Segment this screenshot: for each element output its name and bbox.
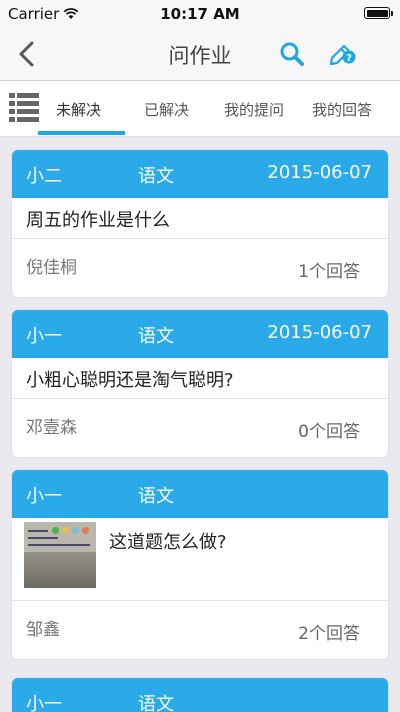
active-tab-indicator xyxy=(38,131,125,135)
card-footer: 邹鑫 2个回答 xyxy=(12,601,388,659)
answer-count: 0个回答 xyxy=(298,422,360,442)
answer-count: 2个回答 xyxy=(298,624,360,644)
student-name: 小一 xyxy=(26,694,62,712)
student-name: 小一 xyxy=(26,326,62,347)
subject-label: 语文 xyxy=(138,166,174,187)
question-card[interactable]: 小二 语文 2015-06-07 周五的作业是什么 倪佳桐 1个回答 xyxy=(12,150,388,297)
card-header: 小一 语文 xyxy=(12,470,388,518)
student-name: 小二 xyxy=(26,166,62,187)
pencil-question-icon: ? xyxy=(329,44,356,66)
question-text: 周五的作业是什么 xyxy=(26,210,170,231)
navigation-bar: 问作业 ? xyxy=(0,28,400,81)
question-text: 小粗心聪明还是淘气聪明? xyxy=(26,370,234,391)
tab-my-questions[interactable]: 我的提问 xyxy=(224,99,284,120)
asker-name: 邹鑫 xyxy=(26,620,60,640)
question-date: 2015-06-07 xyxy=(267,322,372,343)
tab-my-answers[interactable]: 我的回答 xyxy=(312,99,372,120)
subject-label: 语文 xyxy=(138,486,174,507)
search-button[interactable] xyxy=(278,40,306,68)
screen: Carrier 10:17 AM 问作业 ? 未解决 已解决 我的提问 我的回答… xyxy=(0,0,400,712)
student-name: 小一 xyxy=(26,486,62,507)
tab-unsolved[interactable]: 未解决 xyxy=(56,99,101,120)
question-photo[interactable] xyxy=(24,522,96,588)
svg-text:?: ? xyxy=(346,53,352,64)
question-text-row: 这道题怎么做? xyxy=(12,518,388,601)
question-text-row: 小粗心聪明还是淘气聪明? xyxy=(12,358,388,399)
list-menu-icon xyxy=(9,93,39,122)
question-text-row: 周五的作业是什么 xyxy=(12,198,388,239)
asker-name: 倪佳桐 xyxy=(26,258,77,278)
subject-label: 语文 xyxy=(138,694,174,712)
card-footer: 邓壹森 0个回答 xyxy=(12,399,388,457)
card-header: 小一 语文 xyxy=(12,678,388,712)
clock-time: 10:17 AM xyxy=(160,5,240,23)
card-header: 小二 语文 2015-06-07 xyxy=(12,150,388,198)
menu-button[interactable] xyxy=(9,91,39,123)
card-footer: 倪佳桐 1个回答 xyxy=(12,239,388,297)
question-text: 这道题怎么做? xyxy=(109,532,227,553)
battery-icon xyxy=(364,7,393,19)
card-header: 小一 语文 2015-06-07 xyxy=(12,310,388,358)
search-icon xyxy=(280,42,304,66)
question-card[interactable]: 小一 语文 2015-06-07 小粗心聪明还是淘气聪明? 邓壹森 0个回答 xyxy=(12,310,388,457)
asker-name: 邓壹森 xyxy=(26,418,77,438)
question-date: 2015-06-07 xyxy=(267,162,372,183)
question-card[interactable]: 小一 语文 这道题怎么做? 邹鑫 2个回答 xyxy=(12,470,388,659)
status-bar: Carrier 10:17 AM xyxy=(0,0,400,28)
tab-solved[interactable]: 已解决 xyxy=(144,99,189,120)
question-card[interactable]: 小一 语文 xyxy=(12,678,388,712)
ask-question-button[interactable]: ? xyxy=(328,38,358,68)
answer-count: 1个回答 xyxy=(298,262,360,282)
subject-label: 语文 xyxy=(138,326,174,347)
filter-tabs: 未解决 已解决 我的提问 我的回答 xyxy=(0,81,400,137)
